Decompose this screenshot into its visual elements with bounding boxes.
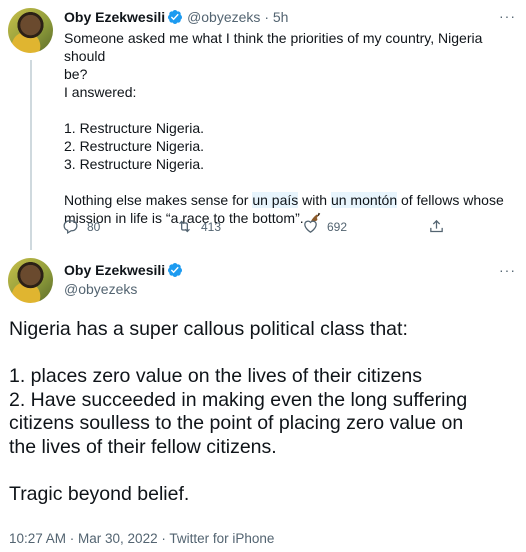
retweet-icon: [179, 220, 190, 233]
tweet-actions: 80 413 692: [62, 218, 462, 238]
tweet-line: citizens soulless to the point of placin…: [9, 412, 464, 434]
tweet-line: Someone asked me what I think the priori…: [64, 30, 483, 64]
tweet-line: Tragic beyond belief.: [9, 482, 190, 505]
separator: ·: [264, 9, 269, 25]
text-fragment: of fellows whose: [397, 192, 504, 208]
avatar[interactable]: [8, 8, 53, 53]
avatar[interactable]: [8, 258, 53, 303]
share-icon: [430, 219, 443, 233]
like-button[interactable]: 692: [302, 218, 347, 235]
more-options-icon[interactable]: ···: [499, 262, 516, 278]
highlighted-phrase: un país: [252, 192, 299, 208]
more-options-icon[interactable]: ···: [499, 8, 516, 24]
tweet-line: 3. Restructure Nigeria.: [64, 156, 205, 172]
tweet-text: Nigeria has a super callous political cl…: [9, 318, 514, 506]
text-fragment: with: [298, 192, 331, 208]
thread-connector-line: [30, 60, 32, 250]
author-name-row: Oby Ezekwesili: [64, 262, 183, 278]
verified-badge-icon: [168, 263, 183, 277]
tweet-line: 2. Have succeeded in making even the lon…: [9, 388, 468, 411]
tweet-text: Someone asked me what I think the priori…: [64, 29, 514, 227]
tweet-line: [64, 101, 514, 119]
tweet-line: [9, 342, 514, 366]
like-count: 692: [327, 219, 348, 234]
reply-count: 80: [87, 219, 101, 234]
author-name[interactable]: Oby Ezekwesili: [64, 262, 165, 278]
timestamp[interactable]: 5h: [273, 9, 289, 25]
tweet-line: 1. places zero value on the lives of the…: [9, 365, 422, 387]
share-button[interactable]: [428, 218, 445, 235]
tweet-metadata[interactable]: 10:27 AM · Mar 30, 2022 · Twitter for iP…: [9, 531, 274, 546]
tweet-line: 1. Restructure Nigeria.: [64, 120, 205, 136]
tweet-line: [64, 173, 514, 191]
verified-badge-icon: [168, 10, 183, 24]
author-name[interactable]: Oby Ezekwesili: [64, 9, 165, 25]
tweet-line: Nigeria has a super callous political cl…: [9, 318, 408, 340]
like-icon: [304, 220, 317, 233]
author-handle[interactable]: @obyezeks: [64, 281, 137, 297]
highlighted-phrase: un montón: [330, 192, 398, 208]
tweet-line: the lives of their fellow citizens.: [9, 435, 277, 458]
reply-icon: [63, 220, 78, 235]
retweet-count: 413: [201, 219, 222, 234]
author-handle[interactable]: @obyezeks: [187, 9, 260, 25]
tweet-line: [9, 459, 514, 483]
retweet-button[interactable]: 413: [176, 218, 221, 235]
tweet-line: Nothing else makes sense for un país wit…: [64, 191, 514, 209]
reply-button[interactable]: 80: [62, 218, 100, 235]
tweet-line: 2. Restructure Nigeria.: [64, 138, 205, 154]
tweet-header: Oby Ezekwesili @obyezeks · 5h: [64, 9, 288, 25]
text-fragment: Nothing else makes sense for: [64, 192, 253, 208]
tweet-line: I answered:: [64, 84, 137, 100]
tweet-line: be?: [64, 66, 88, 82]
